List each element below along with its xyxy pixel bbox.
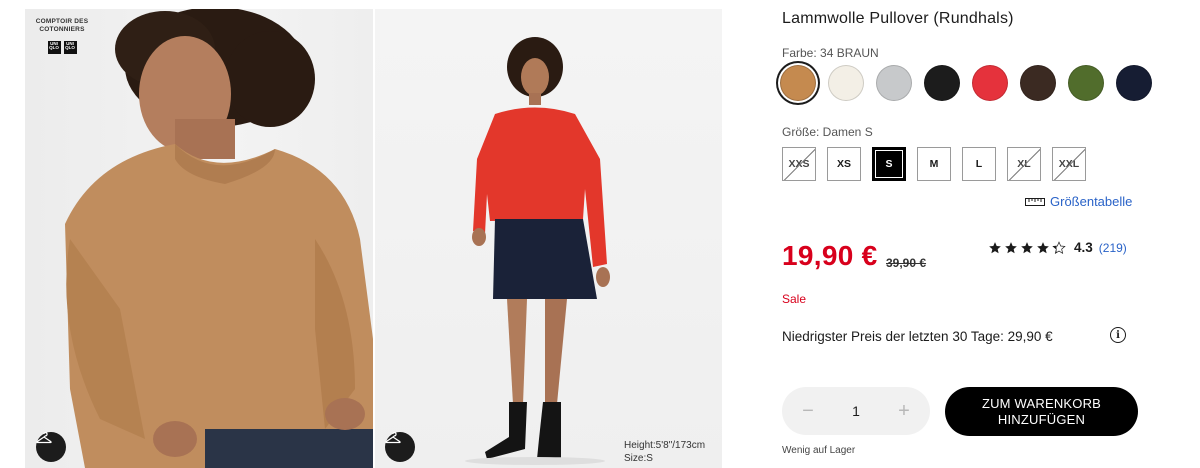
color-swatches xyxy=(780,65,1152,101)
hanger-icon xyxy=(36,432,52,444)
product-rating[interactable]: 4.3 (219) xyxy=(988,240,1127,255)
size-chart-label: Größentabelle xyxy=(1050,194,1133,209)
size-option-xxl[interactable]: XXL xyxy=(1052,147,1086,181)
color-swatch-off-white[interactable] xyxy=(828,65,864,101)
color-swatch-schwarz[interactable] xyxy=(924,65,960,101)
size-option-s[interactable]: S xyxy=(872,147,906,181)
star-icon xyxy=(1052,240,1066,254)
add-to-cart-label: ZUM WARENKORB HINZUFÜGEN xyxy=(981,395,1102,427)
uniqlo-logo: UNI QLO xyxy=(63,41,77,54)
product-title: Lammwolle Pullover (Rundhals) xyxy=(782,10,1014,27)
model-info: Height:5'8"/173cm Size:S xyxy=(624,439,705,465)
sale-badge: Sale xyxy=(782,292,807,306)
brand-name: COMPTOIR DES COTONNIERS xyxy=(35,18,89,33)
color-swatch-olive[interactable] xyxy=(1068,65,1104,101)
star-icon xyxy=(1005,241,1017,253)
stock-status: Wenig auf Lager xyxy=(782,445,856,456)
size-selector: XXS XS S M L XL XXL xyxy=(782,147,1086,181)
product-image-closeup[interactable]: COMPTOIR DES COTONNIERS UNI QLO UNI QLO xyxy=(25,9,373,468)
model-photo-fullbody xyxy=(465,37,610,465)
color-swatch-grau[interactable] xyxy=(876,65,912,101)
uniqlo-logo: UNI QLO xyxy=(47,41,61,54)
info-icon[interactable]: i xyxy=(1110,327,1126,343)
model-photo-closeup xyxy=(65,9,373,468)
brand-logos: UNI QLO UNI QLO xyxy=(33,41,91,54)
star-icon xyxy=(989,241,1001,253)
color-swatch-navy[interactable] xyxy=(1116,65,1152,101)
original-price: 39,90 € xyxy=(886,256,927,270)
size-label: Größe: Damen S xyxy=(782,125,873,139)
rating-stars xyxy=(988,240,1066,255)
quantity-stepper: − 1 + xyxy=(782,387,930,435)
star-icon xyxy=(1037,241,1049,253)
color-label: Farbe: 34 BRAUN xyxy=(782,46,879,60)
size-chart-link[interactable]: Größentabelle xyxy=(1025,194,1132,209)
rating-value: 4.3 xyxy=(1074,240,1093,255)
color-swatch-dunkelbraun[interactable] xyxy=(1020,65,1056,101)
quantity-increase-button[interactable]: + xyxy=(896,401,912,421)
size-option-m[interactable]: M xyxy=(917,147,951,181)
color-swatch-braun[interactable] xyxy=(780,65,816,101)
rating-count-link[interactable]: (219) xyxy=(1099,241,1127,255)
star-icon xyxy=(1021,241,1033,253)
size-option-xs[interactable]: XS xyxy=(827,147,861,181)
size-option-xl[interactable]: XL xyxy=(1007,147,1041,181)
add-to-cart-button[interactable]: ZUM WARENKORB HINZUFÜGEN xyxy=(945,387,1138,436)
quantity-decrease-button[interactable]: − xyxy=(800,401,816,421)
color-swatch-rot[interactable] xyxy=(972,65,1008,101)
model-size: Size:S xyxy=(624,453,653,464)
hanger-button[interactable] xyxy=(36,432,66,462)
hanger-button[interactable] xyxy=(385,432,415,462)
lowest-price-info: Niedrigster Preis der letzten 30 Tage: 2… xyxy=(782,329,1053,344)
product-image-fullbody[interactable]: Height:5'8"/173cm Size:S xyxy=(375,9,722,468)
current-price: 19,90 € xyxy=(782,240,878,271)
size-option-xxs[interactable]: XXS xyxy=(782,147,816,181)
hanger-icon xyxy=(385,432,401,444)
ruler-icon xyxy=(1025,197,1045,206)
quantity-value[interactable]: 1 xyxy=(852,403,860,419)
model-height: Height:5'8"/173cm xyxy=(624,440,706,451)
brand-badge: COMPTOIR DES COTONNIERS UNI QLO UNI QLO xyxy=(33,18,91,54)
size-option-l[interactable]: L xyxy=(962,147,996,181)
